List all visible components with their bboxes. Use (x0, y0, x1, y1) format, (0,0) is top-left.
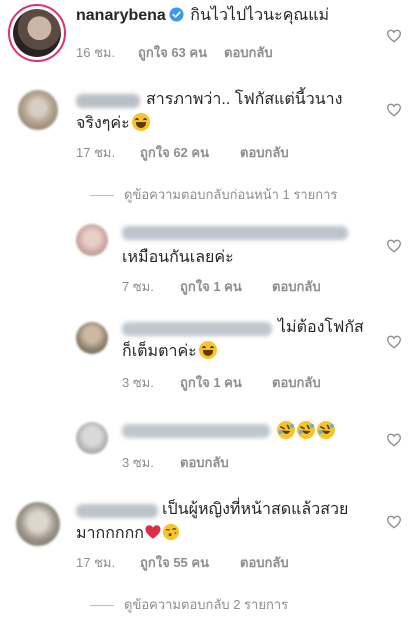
avatar[interactable] (76, 224, 108, 256)
comment-item: เป็นผู้หญิงที่หน้าสดแล้วสวย มากกกกก 17 ช… (0, 488, 416, 618)
comment-likes[interactable]: ถูกใจ 63 คน (138, 42, 224, 63)
comment-body: nanarybena กินไวไปไวนะคุณแม่ (76, 4, 376, 28)
comment-likes[interactable]: ถูกใจ 55 คน (140, 552, 240, 573)
blurred-username[interactable] (76, 504, 158, 518)
avatar[interactable] (16, 502, 60, 546)
comment-meta: 17 ชม. ถูกใจ 62 คน ตอบกลับ (76, 142, 289, 163)
comment-time: 16 ชม. (76, 45, 116, 60)
red-heart-emoji (145, 525, 161, 539)
blurred-username[interactable] (122, 322, 272, 336)
reply-item: เหมือนกันเลยค่ะ 7 ซม. ถูกใจ 1 คน ตอบกลับ (0, 212, 416, 294)
verified-badge-icon (169, 7, 184, 22)
comment-time: 3 ซม. (122, 375, 154, 390)
comment-likes[interactable]: ถูกใจ 62 คน (140, 142, 240, 163)
rolling-laughing-face-emoji (276, 420, 296, 440)
comment-item: สารภาพว่า.. โฟกัสแต่นี้วนาง จริงๆค่ะ 17 … (0, 82, 416, 202)
comment-author[interactable]: nanarybena (76, 7, 166, 24)
reply-button[interactable]: ตอบกลับ (240, 552, 289, 573)
blurred-username[interactable] (76, 94, 140, 108)
grinning-squinting-face-emoji (198, 341, 217, 359)
rolling-laughing-face-emoji (316, 420, 336, 440)
comment-likes[interactable]: ถูกใจ 1 คน (180, 276, 272, 297)
avatar[interactable] (76, 422, 108, 454)
comment-text: สารภาพว่า.. โฟกัสแต่นี้วนาง (146, 91, 343, 108)
like-heart-icon[interactable] (386, 238, 402, 254)
reply-button[interactable]: ตอบกลับ (180, 452, 229, 473)
avatar[interactable] (76, 322, 108, 354)
comment-item: nanarybena กินไวไปไวนะคุณแม่ 16 ชม. ถูกใจ… (0, 0, 416, 82)
comment-time: 17 ชม. (76, 555, 116, 570)
comment-meta: 3 ซม. ถูกใจ 1 คน ตอบกลับ (122, 372, 321, 393)
reply-item: ไม่ต้องโฟกัส ก็เต็มตาค่ะ 3 ซม. ถูกใจ 1 คน… (0, 312, 416, 392)
comment-likes[interactable]: ถูกใจ 1 คน (180, 372, 272, 393)
comment-text-line2: จริงๆค่ะ (76, 112, 326, 136)
blurred-username[interactable] (122, 226, 348, 240)
comment-time: 7 ซม. (122, 279, 154, 294)
avatar[interactable] (18, 90, 58, 130)
comment-text: เหมือนกันเลยค่ะ (122, 249, 234, 266)
reply-button[interactable]: ตอบกลับ (272, 276, 321, 297)
like-heart-icon[interactable] (386, 28, 402, 44)
comment-meta: 7 ซม. ถูกใจ 1 คน ตอบกลับ (122, 276, 321, 297)
like-heart-icon[interactable] (386, 514, 402, 530)
view-replies[interactable]: ดูข้อความตอบกลับ 2 รายการ (90, 594, 288, 615)
comment-text-line2: มากกกกก (76, 522, 326, 546)
reply-item: 3 ซม. ตอบกลับ (0, 412, 416, 472)
comment-text: เป็นผู้หญิงที่หน้าสดแล้วสวย (162, 501, 349, 518)
comment-text: กินไวไปไวนะคุณแม่ (190, 7, 330, 24)
divider-line (90, 605, 114, 607)
reply-button[interactable]: ตอบกลับ (240, 142, 289, 163)
comment-emoji-text (276, 420, 336, 445)
divider-line (90, 195, 114, 197)
comment-meta: 17 ชม. ถูกใจ 55 คน ตอบกลับ (76, 552, 289, 573)
comment-time: 17 ชม. (76, 145, 116, 160)
reply-button[interactable]: ตอบกลับ (224, 42, 273, 63)
face-blowing-kiss-emoji (162, 523, 180, 541)
view-previous-replies[interactable]: ดูข้อความตอบกลับก่อนหน้า 1 รายการ (90, 184, 337, 205)
like-heart-icon[interactable] (386, 102, 402, 118)
comment-meta: 16 ชม. ถูกใจ 63 คน ตอบกลับ (76, 42, 273, 63)
comment-text-line2: ก็เต็มตาค่ะ (122, 340, 372, 364)
comment-time: 3 ซม. (122, 455, 154, 470)
grinning-squinting-face-emoji (131, 113, 150, 131)
like-heart-icon[interactable] (386, 334, 402, 350)
rolling-laughing-face-emoji (296, 420, 316, 440)
avatar[interactable] (8, 4, 66, 62)
like-heart-icon[interactable] (386, 432, 402, 448)
blurred-username[interactable] (122, 424, 270, 438)
comment-text: ไม่ต้องโฟกัส (278, 319, 364, 336)
comment-meta: 3 ซม. ตอบกลับ (122, 452, 229, 473)
reply-button[interactable]: ตอบกลับ (272, 372, 321, 393)
